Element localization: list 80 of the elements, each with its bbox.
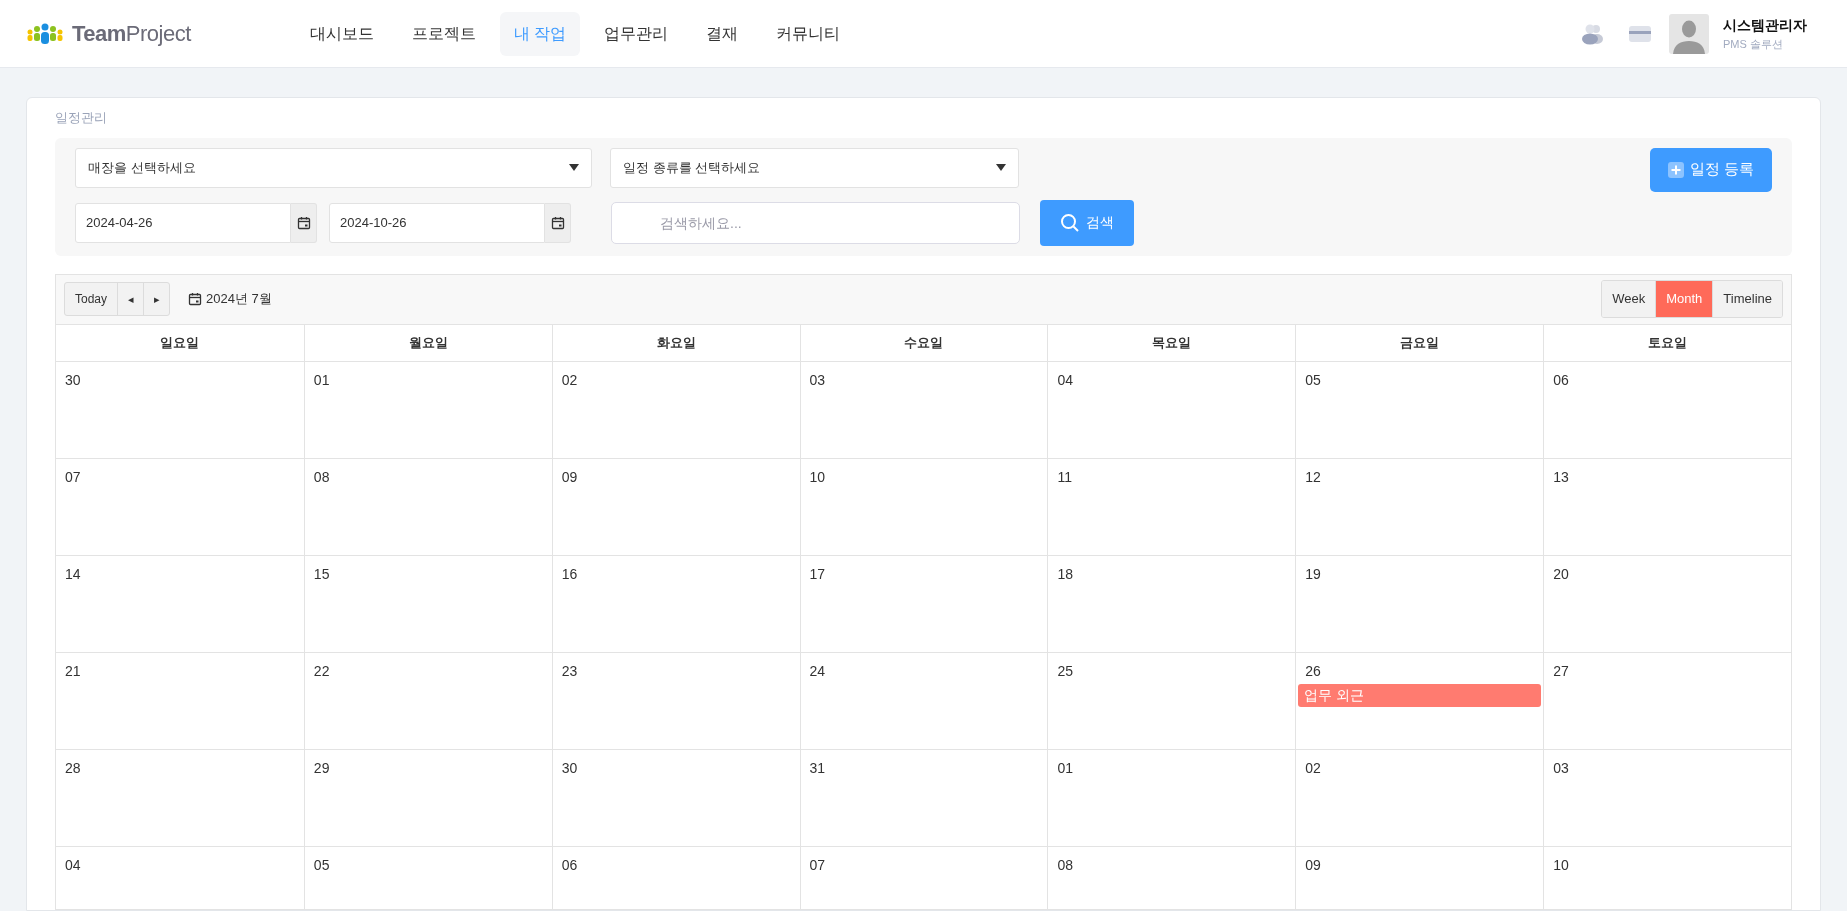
- day-number: 14: [64, 564, 82, 584]
- day-number: 20: [1552, 564, 1570, 584]
- day-number: 01: [1056, 758, 1074, 778]
- weekday-header: 금요일: [1295, 324, 1544, 362]
- weekday-header: 월요일: [303, 324, 552, 362]
- search-icon: [1060, 212, 1080, 233]
- day-number: 09: [560, 467, 579, 487]
- nav-tab[interactable]: 결재: [692, 11, 753, 56]
- view-tab[interactable]: Timeline: [1712, 281, 1782, 317]
- calendar-icon: [188, 292, 203, 306]
- user-subtitle: PMS 솔루션: [1723, 36, 1784, 52]
- day-number: 03: [808, 370, 827, 390]
- date-picker-button[interactable]: [291, 202, 317, 243]
- weekday-header: 화요일: [551, 324, 800, 362]
- nav-tab[interactable]: 커뮤니티: [762, 11, 855, 56]
- day-number: 10: [1552, 855, 1570, 875]
- calendar-icon: [550, 215, 565, 230]
- day-number: 16: [560, 564, 579, 584]
- next-button[interactable]: ▸: [143, 283, 170, 315]
- day-number: 09: [1304, 855, 1322, 875]
- search-field[interactable]: 검색하세요...: [611, 201, 1020, 244]
- nav-tab[interactable]: 대시보드: [296, 11, 388, 56]
- day-number: 30: [64, 370, 82, 390]
- day-number: 05: [1304, 370, 1322, 390]
- avatar-icon: [1669, 13, 1709, 54]
- day-number: 05: [312, 855, 331, 875]
- day-number: 23: [560, 661, 579, 681]
- day-number: 07: [64, 467, 82, 487]
- prev-button[interactable]: ◂: [117, 283, 144, 315]
- logo-icon: [26, 22, 64, 45]
- day-number: 31: [808, 758, 827, 778]
- weekday-header: 수요일: [799, 324, 1048, 362]
- day-number: 11: [1056, 467, 1073, 487]
- weekday-header: 일요일: [56, 324, 304, 362]
- month-label: 2024년 7월: [206, 290, 272, 309]
- day-number: 04: [64, 855, 82, 875]
- store-select[interactable]: 매장을 선택하세요: [75, 147, 592, 188]
- day-number: 01: [312, 370, 331, 390]
- day-number: 07: [808, 855, 827, 875]
- user-name: 시스템관리자: [1723, 15, 1807, 35]
- date-picker-button[interactable]: [545, 202, 571, 243]
- day-number: 30: [560, 758, 579, 778]
- caret-icon: [569, 164, 579, 171]
- day-number: 19: [1304, 564, 1322, 584]
- day-number: 02: [1304, 758, 1322, 778]
- day-number: 22: [312, 661, 331, 681]
- day-number: 12: [1304, 467, 1322, 487]
- nav-tab[interactable]: 업무관리: [590, 11, 683, 56]
- day-number: 04: [1056, 370, 1074, 390]
- nav-tab[interactable]: 프로젝트: [398, 11, 490, 56]
- weekday-header: 토요일: [1543, 324, 1791, 362]
- day-number: 25: [1056, 661, 1074, 681]
- page-title: 일정관리: [55, 109, 108, 127]
- day-number: 08: [312, 467, 331, 487]
- calendar-icon: [296, 215, 311, 230]
- day-number: 06: [560, 855, 579, 875]
- day-number: 29: [312, 758, 331, 778]
- day-number: 13: [1552, 467, 1570, 487]
- day-number: 21: [64, 661, 82, 681]
- day-number: 28: [64, 758, 82, 778]
- day-number: 26: [1304, 661, 1322, 681]
- day-number: 10: [808, 467, 827, 487]
- type-select[interactable]: 일정 종류를 선택하세요: [610, 147, 1019, 188]
- logo-text: TeamProject: [72, 20, 191, 48]
- plus-icon: [1667, 161, 1684, 178]
- date-field[interactable]: 2024-04-26: [75, 202, 291, 243]
- day-number: 08: [1056, 855, 1074, 875]
- day-number: 03: [1552, 758, 1570, 778]
- today-button[interactable]: Today: [65, 283, 118, 315]
- day-number: 24: [808, 661, 827, 681]
- day-number: 18: [1056, 564, 1074, 584]
- day-number: 15: [312, 564, 331, 584]
- date-field[interactable]: 2024-10-26: [329, 202, 545, 243]
- day-number: 06: [1552, 370, 1570, 390]
- day-number: 02: [560, 370, 579, 390]
- weekday-header: 목요일: [1047, 324, 1296, 362]
- day-number: 27: [1552, 661, 1570, 681]
- day-number: 17: [808, 564, 827, 584]
- caret-icon: [996, 164, 1006, 171]
- view-tab[interactable]: Week: [1602, 281, 1656, 317]
